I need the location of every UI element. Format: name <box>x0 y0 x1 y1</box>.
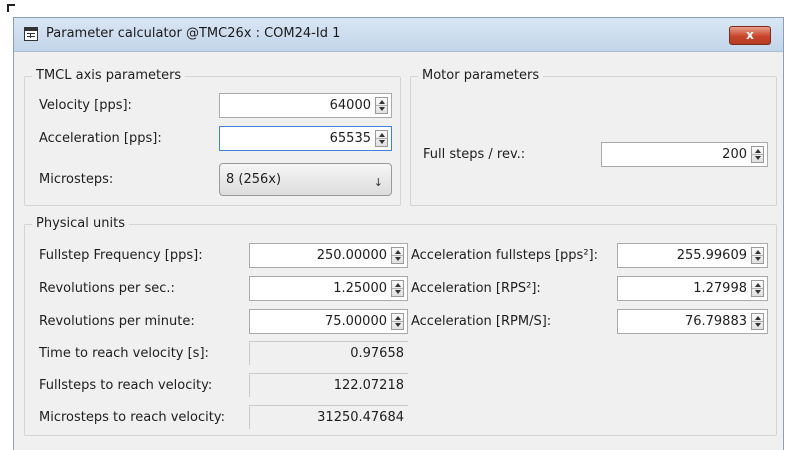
acceleration-rpm-value: 76.79883 <box>684 314 747 329</box>
acceleration-rps-value: 1.27998 <box>693 281 747 296</box>
microsteps-to-reach-velocity-value: 31250.47684 <box>317 410 404 425</box>
fullsteps-to-reach-velocity-field: 122.07218 <box>249 373 408 397</box>
close-button[interactable]: x <box>729 26 771 45</box>
acceleration-rps-spinbox[interactable]: 1.27998 <box>617 276 768 301</box>
acceleration-fullsteps-label: Acceleration fullsteps [pps²]: <box>411 248 598 263</box>
group-title-axis: TMCL axis parameters <box>32 68 186 83</box>
full-steps-value: 200 <box>722 147 747 162</box>
acceleration-rpm-label: Acceleration [RPM/S]: <box>411 314 552 329</box>
revolutions-per-minute-value: 75.00000 <box>324 314 387 329</box>
tmcl-axis-parameters-group: TMCL axis parameters Velocity [pps]: 640… <box>24 68 401 206</box>
fullsteps-to-reach-velocity-label: Fullsteps to reach velocity: <box>39 378 213 393</box>
parameter-calculator-window: Parameter calculator @TMC26x : COM24-Id … <box>13 17 784 450</box>
title-bar[interactable]: Parameter calculator @TMC26x : COM24-Id … <box>14 18 783 52</box>
microsteps-label: Microsteps: <box>39 172 114 187</box>
revolutions-per-sec-label: Revolutions per sec.: <box>39 281 175 296</box>
full-steps-spinbox[interactable]: 200 <box>601 142 768 167</box>
microsteps-to-reach-velocity-label: Microsteps to reach velocity: <box>39 410 225 425</box>
revolutions-per-minute-label: Revolutions per minute: <box>39 314 195 329</box>
revolutions-per-minute-spinbox[interactable]: 75.00000 <box>249 309 408 334</box>
acceleration-rps-label: Acceleration [RPS²]: <box>411 281 541 296</box>
fullsteps-to-reach-velocity-value: 122.07218 <box>333 378 404 393</box>
window-title: Parameter calculator @TMC26x : COM24-Id … <box>46 26 341 41</box>
revolutions-per-minute-spin-arrows[interactable] <box>391 313 404 330</box>
acceleration-fullsteps-spin-arrows[interactable] <box>751 247 764 264</box>
fullstep-frequency-value: 250.00000 <box>316 248 387 263</box>
dropdown-arrow-icon: ↓ <box>373 176 383 189</box>
velocity-spinbox[interactable]: 64000 <box>219 93 392 118</box>
microsteps-to-reach-velocity-field: 31250.47684 <box>249 405 408 429</box>
full-steps-label: Full steps / rev.: <box>423 147 526 162</box>
time-to-reach-velocity-field: 0.97658 <box>249 341 408 365</box>
corner-mark <box>7 4 15 12</box>
motor-parameters-group: Motor parameters Full steps / rev.: 200 <box>410 68 777 206</box>
acceleration-value: 65535 <box>329 131 371 146</box>
fullstep-frequency-spinbox[interactable]: 250.00000 <box>249 243 408 268</box>
acceleration-rpm-spinbox[interactable]: 76.79883 <box>617 309 768 334</box>
microsteps-value: 8 (256x) <box>226 172 282 187</box>
fullstep-frequency-label: Fullstep Frequency [pps]: <box>39 248 203 263</box>
time-to-reach-velocity-label: Time to reach velocity [s]: <box>39 346 209 361</box>
revolutions-per-sec-spinbox[interactable]: 1.25000 <box>249 276 408 301</box>
full-steps-spin-arrows[interactable] <box>751 146 764 163</box>
group-title-motor: Motor parameters <box>418 68 544 83</box>
acceleration-label: Acceleration [pps]: <box>39 131 162 146</box>
acceleration-fullsteps-spinbox[interactable]: 255.99609 <box>617 243 768 268</box>
acceleration-rpm-spin-arrows[interactable] <box>751 313 764 330</box>
acceleration-spin-arrows[interactable] <box>375 130 388 147</box>
physical-units-group: Physical units Fullstep Frequency [pps]:… <box>24 216 777 436</box>
microsteps-dropdown[interactable]: 8 (256x) ↓ <box>219 163 392 196</box>
acceleration-rps-spin-arrows[interactable] <box>751 280 764 297</box>
time-to-reach-velocity-value: 0.97658 <box>350 346 404 361</box>
acceleration-spinbox[interactable]: 65535 <box>219 126 392 151</box>
revolutions-per-sec-value: 1.25000 <box>333 281 387 296</box>
velocity-label: Velocity [pps]: <box>39 98 132 113</box>
revolutions-per-sec-spin-arrows[interactable] <box>391 280 404 297</box>
group-title-physical: Physical units <box>32 216 129 231</box>
calculator-app-icon <box>24 27 38 41</box>
velocity-value: 64000 <box>329 98 371 113</box>
acceleration-fullsteps-value: 255.99609 <box>676 248 747 263</box>
fullstep-frequency-spin-arrows[interactable] <box>391 247 404 264</box>
velocity-spin-arrows[interactable] <box>375 97 388 114</box>
